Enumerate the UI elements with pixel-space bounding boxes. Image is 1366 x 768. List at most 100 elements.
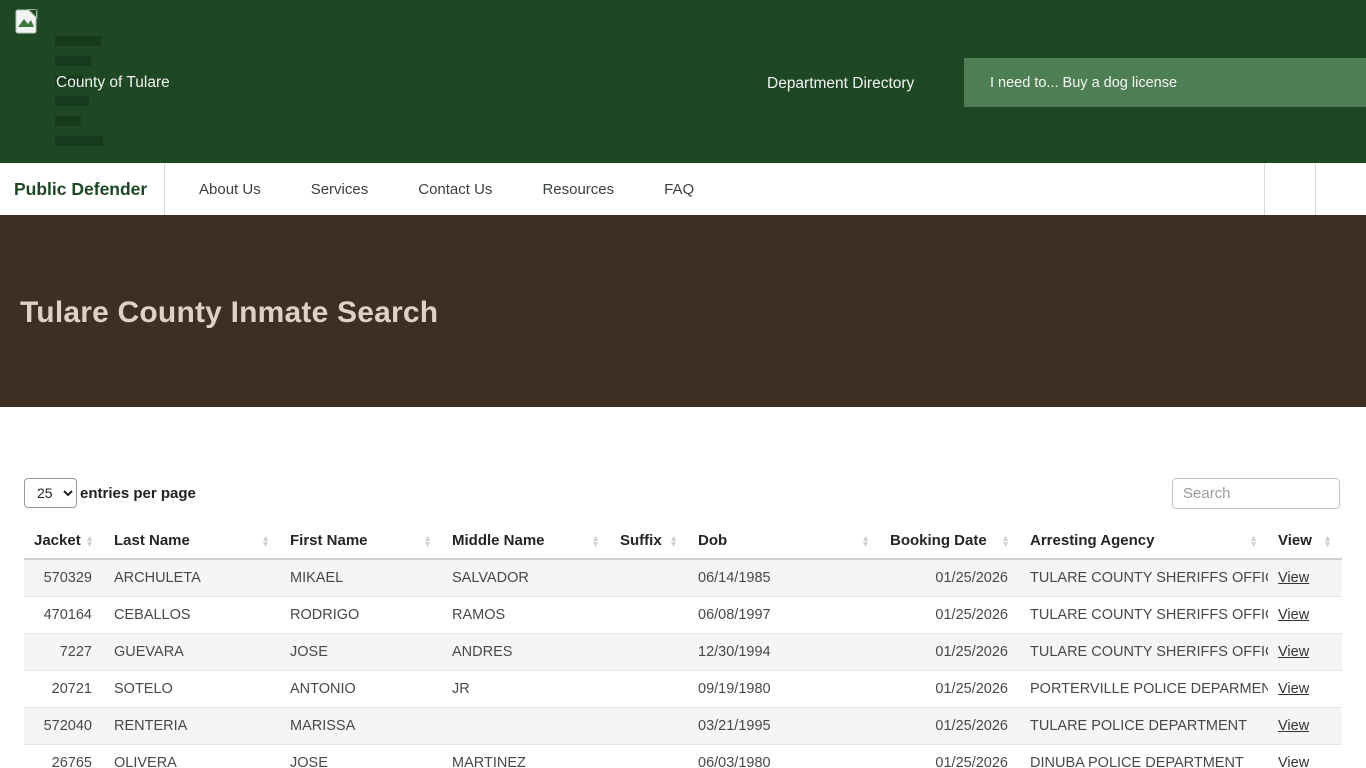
sort-icon[interactable]: ▲ ▼ (261, 533, 270, 548)
cell-booking-date: 01/25/2026 (880, 596, 1020, 634)
view-link[interactable]: View (1278, 755, 1309, 768)
cell-dob: 06/14/1985 (688, 559, 880, 597)
cell-arresting-agency: TULARE COUNTY SHERIFFS OFFICE (1020, 633, 1268, 671)
nav-right-cells (1264, 163, 1366, 215)
cell-arresting-agency: TULARE COUNTY SHERIFFS OFFICE (1020, 596, 1268, 634)
cell-arresting-agency: DINUBA POLICE DEPARTMENT (1020, 744, 1268, 768)
cell-booking-date: 01/25/2026 (880, 670, 1020, 708)
cell-first-name: ANTONIO (280, 670, 442, 708)
cell-first-name: JOSE (280, 744, 442, 768)
cell-suffix (610, 633, 688, 671)
cell-suffix (610, 707, 688, 745)
faint-menu-item (55, 36, 101, 46)
sort-icon[interactable]: ▲ ▼ (85, 533, 94, 548)
entries-per-page-select[interactable]: 25 (24, 478, 77, 508)
table-row: 7227 GUEVARA JOSE ANDRES 12/30/1994 01/2… (24, 633, 1342, 671)
cell-middle-name: RAMOS (442, 596, 610, 634)
view-link[interactable]: View (1278, 718, 1309, 734)
cell-last-name: OLIVERA (104, 744, 280, 768)
sort-icon[interactable]: ▲ ▼ (423, 533, 432, 548)
cell-jacket: 26765 (24, 744, 104, 768)
cell-middle-name: JR (442, 670, 610, 708)
sort-icon[interactable]: ▲ ▼ (669, 533, 678, 548)
cell-dob: 06/03/1980 (688, 744, 880, 768)
table-row: 470164 CEBALLOS RODRIGO RAMOS 06/08/1997… (24, 596, 1342, 634)
sort-icon[interactable]: ▲ ▼ (861, 533, 870, 548)
cell-arresting-agency: PORTERVILLE POLICE DEPARMENT (1020, 670, 1268, 708)
cell-booking-date: 01/25/2026 (880, 707, 1020, 745)
view-link[interactable]: View (1278, 570, 1309, 586)
col-header-jacket[interactable]: Jacket ▲ ▼ (24, 524, 104, 560)
col-header-middle-name[interactable]: Middle Name ▲ ▼ (442, 524, 610, 560)
table-row: 26765 OLIVERA JOSE MARTINEZ 06/03/1980 0… (24, 744, 1342, 768)
col-header-dob[interactable]: Dob ▲ ▼ (688, 524, 880, 560)
main-content: 25 entries per page Jacket▲▼ Last Name▲▼… (0, 407, 1366, 768)
cell-jacket: 570329 (24, 559, 104, 597)
nav-empty-cell[interactable] (1315, 163, 1366, 215)
col-header-arresting-agency[interactable]: Arresting Agency ▲ ▼ (1020, 524, 1268, 560)
cell-jacket: 7227 (24, 633, 104, 671)
site-header: County of Tulare Department Directory I … (0, 0, 1366, 163)
faint-menu-item (55, 116, 81, 126)
col-header-last-name[interactable]: Last Name ▲ ▼ (104, 524, 280, 560)
cell-jacket: 20721 (24, 670, 104, 708)
table-row: 572040 RENTERIA MARISSA 03/21/1995 01/25… (24, 707, 1342, 745)
nav-item-about-us[interactable]: About Us (183, 163, 277, 215)
nav-item-faq[interactable]: FAQ (648, 163, 710, 215)
cell-first-name: RODRIGO (280, 596, 442, 634)
cell-last-name: CEBALLOS (104, 596, 280, 634)
cell-suffix (610, 596, 688, 634)
sort-icon[interactable]: ▲ ▼ (1001, 533, 1010, 548)
hero-banner: Tulare County Inmate Search (0, 215, 1366, 407)
nav-item-resources[interactable]: Resources (526, 163, 630, 215)
faint-menu-item (55, 96, 89, 106)
table-header-row: Jacket ▲ ▼ Last Name ▲ ▼ First Name ▲ ▼ Middle… (24, 524, 1342, 560)
broken-image-icon (15, 9, 38, 34)
cell-suffix (610, 670, 688, 708)
view-link[interactable]: View (1278, 607, 1309, 623)
table-row: 570329 ARCHULETA MIKAEL SALVADOR 06/14/1… (24, 559, 1342, 597)
nav-empty-cell[interactable] (1264, 163, 1315, 215)
table-row: 20721 SOTELO ANTONIO JR 09/19/1980 01/25… (24, 670, 1342, 708)
nav-item-services[interactable]: Services (295, 163, 385, 215)
cell-dob: 12/30/1994 (688, 633, 880, 671)
view-link[interactable]: View (1278, 681, 1309, 697)
entries-per-page-label: entries per page (80, 485, 196, 502)
sort-icon[interactable]: ▲ ▼ (1249, 533, 1258, 548)
cell-first-name: MIKAEL (280, 559, 442, 597)
sort-icon[interactable]: ▲ ▼ (591, 533, 600, 548)
navbar: Public Defender About Us Services Contac… (0, 163, 1366, 215)
cell-jacket: 470164 (24, 596, 104, 634)
site-name: County of Tulare (56, 74, 170, 91)
sort-icon[interactable]: ▲ ▼ (1323, 533, 1332, 548)
cell-last-name: SOTELO (104, 670, 280, 708)
cell-middle-name (442, 707, 610, 745)
col-header-suffix[interactable]: Suffix ▲ ▼ (610, 524, 688, 560)
cell-booking-date: 01/25/2026 (880, 559, 1020, 597)
brand-public-defender[interactable]: Public Defender (0, 163, 165, 215)
cell-dob: 03/21/1995 (688, 707, 880, 745)
faint-menu-item (55, 136, 103, 146)
col-header-first-name[interactable]: First Name ▲ ▼ (280, 524, 442, 560)
nav-item-contact-us[interactable]: Contact Us (402, 163, 508, 215)
col-header-booking-date[interactable]: Booking Date ▲ ▼ (880, 524, 1020, 560)
search-input[interactable] (1172, 478, 1340, 509)
cell-middle-name: MARTINEZ (442, 744, 610, 768)
cell-dob: 06/08/1997 (688, 596, 880, 634)
faint-menu-item (55, 56, 91, 66)
cell-booking-date: 01/25/2026 (880, 744, 1020, 768)
inmate-table: Jacket ▲ ▼ Last Name ▲ ▼ First Name ▲ ▼ Middle… (24, 524, 1342, 768)
cell-first-name: MARISSA (280, 707, 442, 745)
col-header-view[interactable]: View ▲ ▼ (1268, 524, 1342, 560)
faint-header-menu (55, 36, 103, 156)
department-directory-link[interactable]: Department Directory (767, 75, 914, 93)
view-link[interactable]: View (1278, 644, 1309, 660)
cell-last-name: GUEVARA (104, 633, 280, 671)
cell-dob: 09/19/1980 (688, 670, 880, 708)
cell-arresting-agency: TULARE POLICE DEPARTMENT (1020, 707, 1268, 745)
cell-middle-name: ANDRES (442, 633, 610, 671)
table-controls: 25 entries per page (24, 478, 1342, 509)
i-need-to-button[interactable]: I need to... Buy a dog license (964, 58, 1366, 107)
cell-booking-date: 01/25/2026 (880, 633, 1020, 671)
cell-suffix (610, 744, 688, 768)
